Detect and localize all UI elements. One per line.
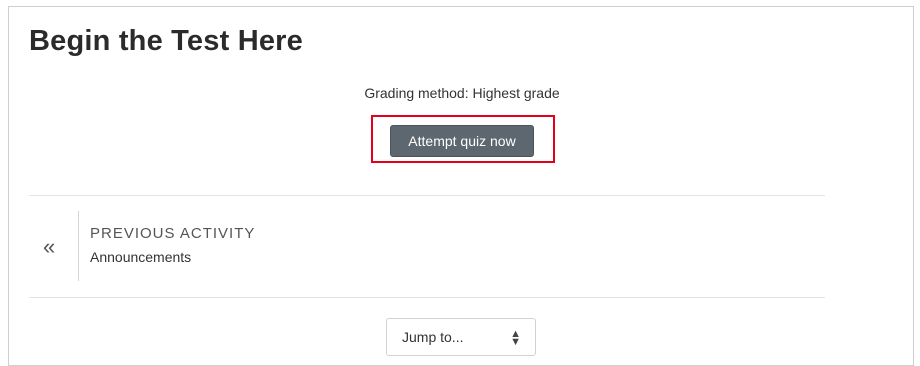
previous-activity-separator: [78, 211, 79, 281]
previous-activity-link[interactable]: « PREVIOUS ACTIVITY Announcements: [29, 211, 329, 281]
double-chevron-left-icon: «: [43, 234, 56, 259]
jump-to-select[interactable]: Jump to... ▲ ▼: [386, 318, 536, 356]
previous-activity-heading: PREVIOUS ACTIVITY: [90, 225, 256, 242]
up-down-arrows-icon: ▲ ▼: [510, 328, 521, 349]
grading-method-text: Grading method: Highest grade: [364, 85, 560, 101]
divider-top: [29, 195, 825, 196]
divider-bottom: [29, 297, 825, 298]
jump-to-label: Jump to...: [402, 329, 464, 345]
page-title: Begin the Test Here: [29, 25, 303, 57]
previous-activity-name: Announcements: [90, 249, 192, 265]
quiz-page-panel: Begin the Test Here Grading method: High…: [8, 6, 914, 366]
attempt-quiz-button[interactable]: Attempt quiz now: [390, 125, 534, 157]
